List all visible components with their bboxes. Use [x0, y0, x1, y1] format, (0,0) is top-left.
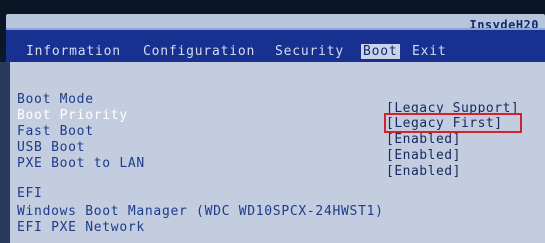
setting-boot-priority-label[interactable]: Boot Priority	[17, 108, 128, 123]
efi-item-pxe-network[interactable]: EFI PXE Network	[17, 220, 145, 235]
tab-security[interactable]: Security	[275, 44, 344, 59]
setting-fast-boot-value[interactable]: [Enabled]	[386, 132, 461, 147]
setting-usb-boot-value[interactable]: [Enabled]	[386, 148, 461, 163]
efi-item-windows-boot-manager[interactable]: Windows Boot Manager (WDC WD10SPCX-24HWS…	[17, 204, 384, 219]
setting-boot-mode-label[interactable]: Boot Mode	[17, 92, 94, 107]
left-edge	[0, 62, 10, 243]
highlight-box	[384, 113, 522, 133]
menu-bar: Information Configuration Security Boot …	[6, 28, 545, 64]
efi-heading: EFI	[17, 186, 43, 201]
tab-exit[interactable]: Exit	[412, 44, 447, 59]
tab-information[interactable]: Information	[26, 44, 121, 59]
tab-boot[interactable]: Boot	[361, 44, 400, 59]
setting-fast-boot-label[interactable]: Fast Boot	[17, 124, 94, 139]
bios-screen: InsydeH20 Information Configuration Secu…	[0, 0, 545, 243]
setting-pxe-boot-label[interactable]: PXE Boot to LAN	[17, 156, 145, 171]
setting-pxe-boot-value[interactable]: [Enabled]	[386, 164, 461, 179]
tab-configuration[interactable]: Configuration	[143, 44, 255, 59]
setting-usb-boot-label[interactable]: USB Boot	[17, 140, 85, 155]
